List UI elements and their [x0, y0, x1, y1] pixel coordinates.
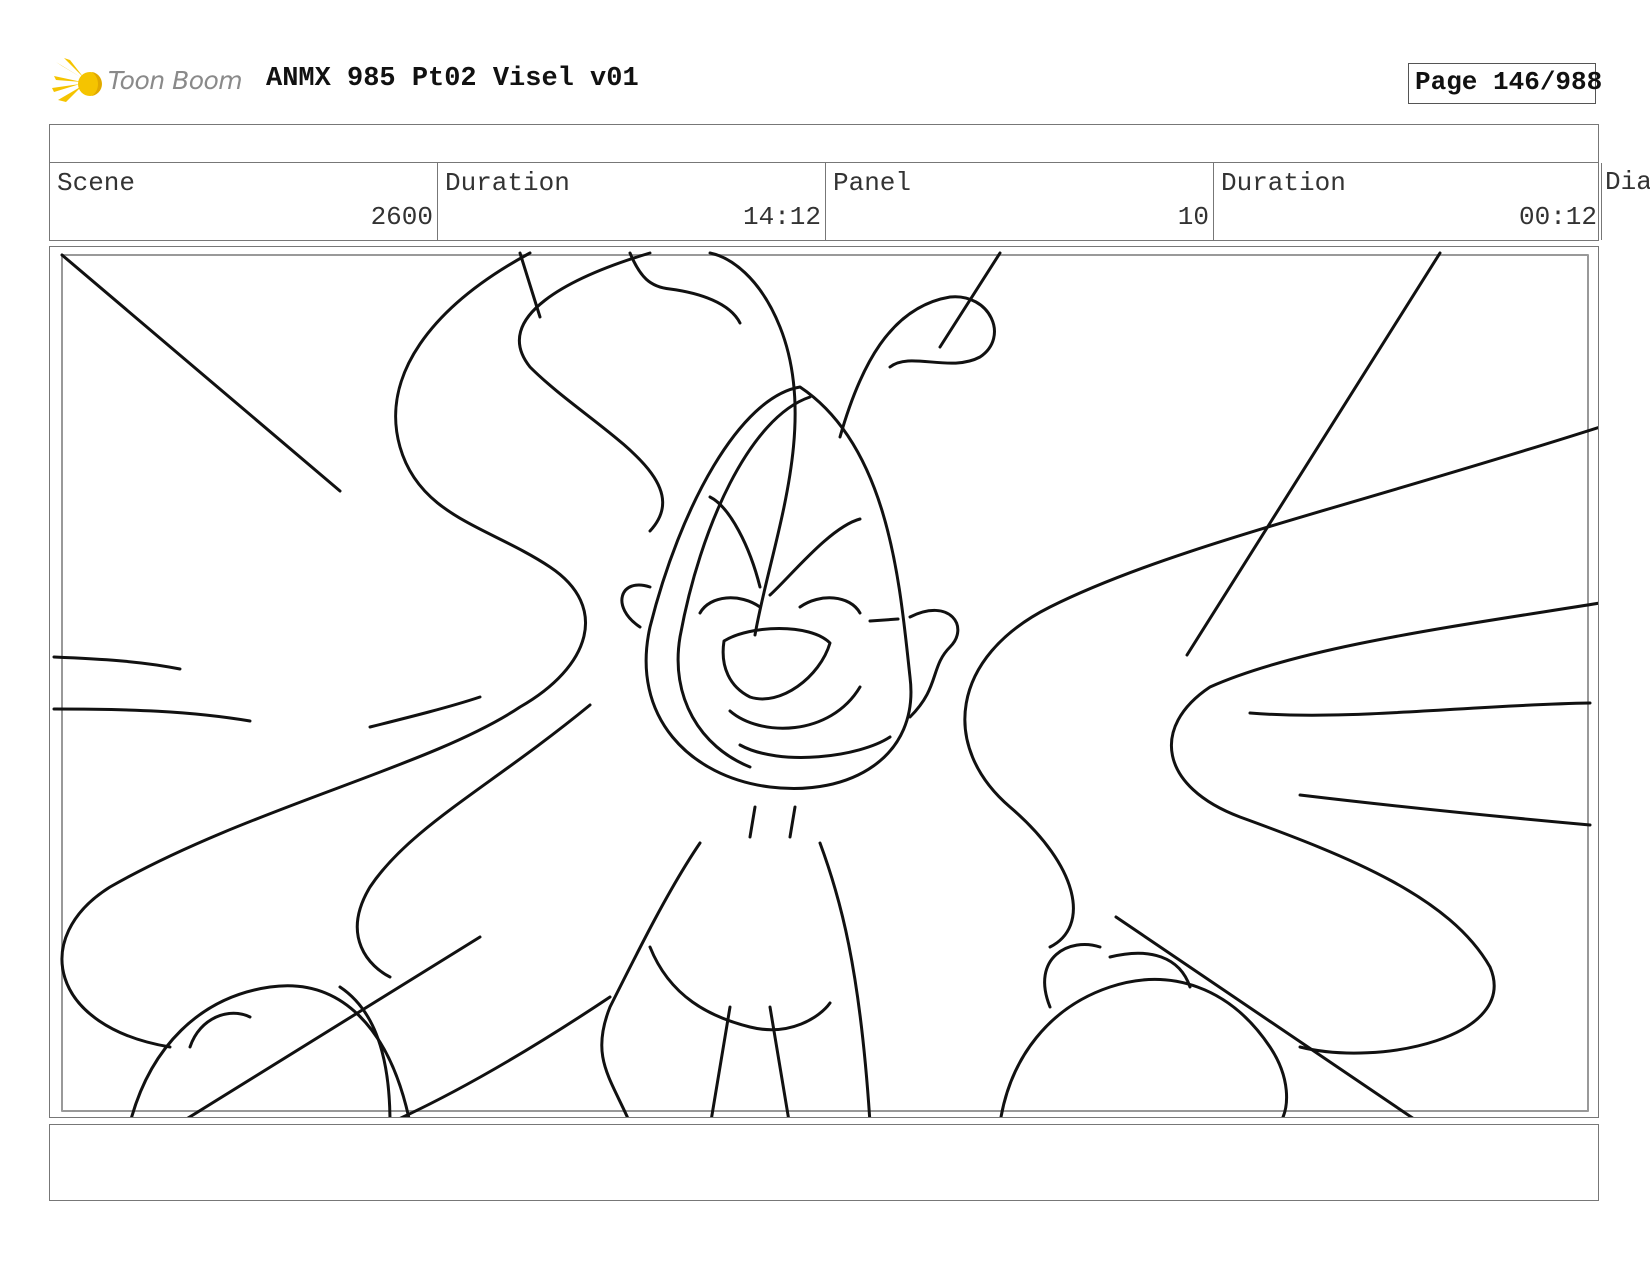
scene-duration-cell: Duration 14:12 — [438, 163, 826, 240]
left-swirl — [60, 251, 588, 1049]
speed-line — [1298, 793, 1592, 827]
left-finger — [188, 1011, 252, 1049]
speed-line — [52, 655, 182, 671]
right-cheek — [908, 609, 960, 719]
toon-boom-starburst-icon — [52, 58, 102, 102]
page-number: Page 146/988 — [1415, 67, 1603, 97]
neck-left — [748, 805, 757, 839]
scene-cell: Scene 2600 — [50, 163, 438, 240]
scene-duration-label: Duration — [445, 168, 570, 198]
panel-duration-cell: Duration 00:12 — [1214, 163, 1602, 240]
left-lower-curve — [355, 703, 592, 979]
chin — [738, 735, 892, 759]
panel-cell: Panel 10 — [826, 163, 1214, 240]
logo-wordmark: Toon Boom — [108, 66, 243, 95]
speed-line — [186, 935, 482, 1117]
speed-line — [60, 253, 342, 493]
head-inner-line — [676, 395, 812, 769]
left-ear-tip — [628, 251, 742, 325]
left-bottom-curve — [399, 995, 612, 1117]
body-stroke — [768, 1005, 790, 1117]
body-left — [600, 841, 702, 1117]
belly — [648, 945, 832, 1032]
storyboard-panel — [49, 246, 1599, 1118]
right-eye — [798, 596, 862, 615]
neck-right — [788, 805, 797, 839]
info-header-row — [50, 125, 1598, 163]
speed-line — [1185, 251, 1442, 657]
scene-duration-value: 14:12 — [742, 202, 821, 232]
panel-value: 10 — [1177, 202, 1209, 232]
speed-line — [52, 707, 252, 723]
left-eye — [698, 596, 762, 615]
left-mid-stroke — [368, 695, 482, 729]
page-indicator: Page 146/988 — [1408, 63, 1602, 104]
eye-stroke — [868, 617, 900, 623]
scene-label: Scene — [57, 168, 136, 198]
right-lower-swirl — [1170, 601, 1598, 1055]
right-brow — [768, 517, 862, 597]
dialog-notes-box — [49, 1124, 1599, 1201]
right-finger — [1043, 943, 1102, 1009]
scene-info-table: Scene 2600 Duration 14:12 Panel 10 Durat… — [49, 124, 1602, 241]
nose — [721, 627, 832, 701]
left-swirl-inner — [517, 251, 665, 533]
panel-duration-label: Duration — [1221, 168, 1346, 198]
panel-label: Panel — [833, 168, 912, 198]
speed-line — [1114, 915, 1414, 1117]
right-hand — [999, 978, 1289, 1117]
panel-duration-value: 00:12 — [1518, 202, 1597, 232]
left-swirl-stroke — [518, 251, 542, 319]
panel-sketch — [52, 251, 1598, 1117]
dialog-cell: Dia — [1600, 162, 1650, 202]
mouth — [728, 685, 862, 730]
document-title: ANMX 985 Pt02 Visel v01 — [266, 64, 639, 94]
dialog-label: Dia — [1605, 167, 1650, 197]
toon-boom-logo: Toon Boom — [52, 56, 252, 112]
body-stroke — [710, 1005, 732, 1117]
speed-line — [1248, 701, 1592, 717]
scene-value: 2600 — [370, 202, 433, 232]
right-ear — [838, 295, 996, 439]
body-right — [818, 841, 872, 1117]
left-cheek — [620, 583, 652, 629]
right-ear-line — [938, 251, 1002, 349]
